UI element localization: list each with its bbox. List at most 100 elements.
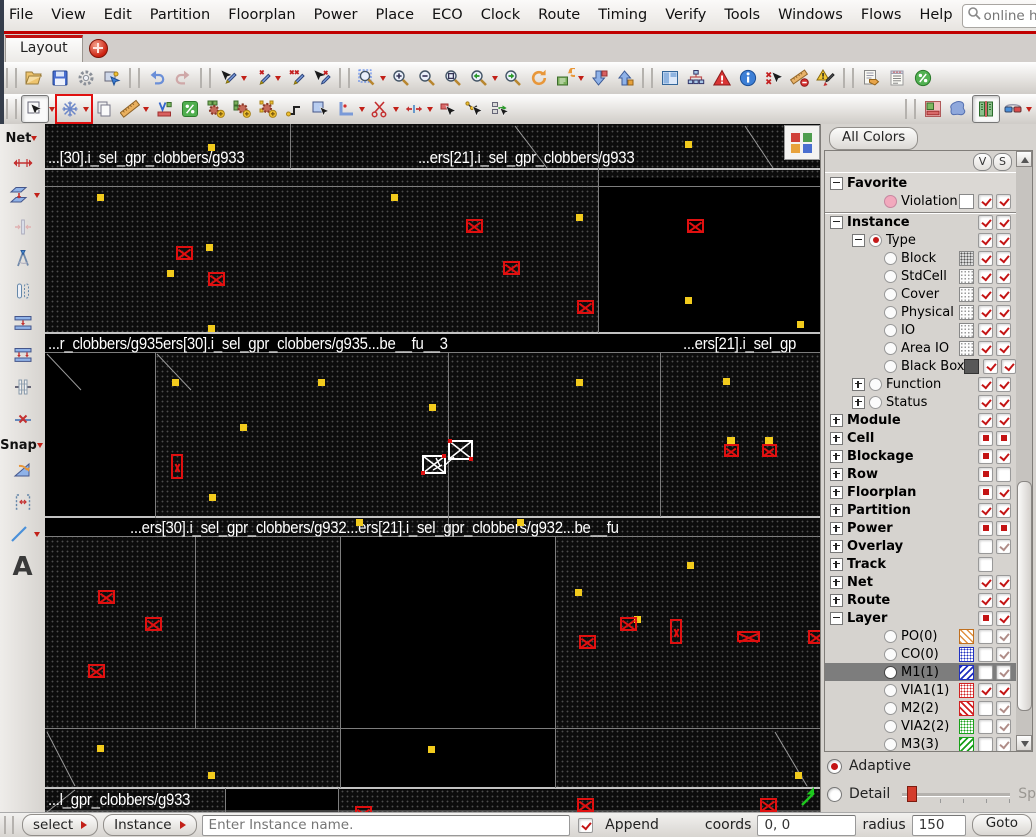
tree-row[interactable]: Black Box (825, 357, 1016, 375)
expander-icon[interactable] (830, 503, 843, 517)
expander-icon[interactable] (830, 215, 843, 229)
dropdown-arrow-icon[interactable] (31, 136, 38, 141)
tree-row[interactable]: Cell (825, 429, 1016, 447)
slider-handle[interactable] (907, 786, 918, 802)
pin-marker[interactable] (429, 404, 436, 411)
pin-marker[interactable] (391, 194, 398, 201)
expander-icon[interactable] (830, 431, 843, 445)
menu-item[interactable]: ECO (423, 0, 472, 31)
coords-input[interactable] (757, 814, 857, 836)
edit-highlight-icon[interactable] (813, 65, 839, 91)
save-design-icon[interactable] (47, 65, 73, 91)
toolbar-grip[interactable] (6, 99, 17, 119)
tree-row[interactable]: Blockage (825, 447, 1016, 465)
expander-icon[interactable] (830, 575, 843, 589)
violation-marker[interactable] (503, 261, 520, 275)
menu-item[interactable]: Power (305, 0, 367, 31)
dropdown-arrow-icon[interactable] (83, 106, 89, 112)
dropdown-arrow-icon[interactable] (36, 443, 43, 448)
visible-checkbox[interactable] (978, 412, 993, 428)
menu-item[interactable]: Route (529, 0, 589, 31)
pin-marker[interactable] (318, 379, 325, 386)
stereo-view-icon[interactable] (1000, 96, 1026, 122)
pin-marker[interactable] (97, 194, 104, 201)
pin-marker[interactable] (240, 424, 247, 431)
color-swatch[interactable] (959, 736, 974, 751)
flip-objects-icon[interactable] (8, 373, 38, 401)
create-ruler-icon[interactable] (117, 96, 143, 122)
violation-marker[interactable] (620, 617, 637, 631)
violation-marker[interactable] (808, 630, 820, 644)
visible-checkbox[interactable] (978, 628, 993, 644)
check-placement-icon[interactable] (151, 96, 177, 122)
selectable-checkbox[interactable] (996, 484, 1011, 500)
visible-checkbox[interactable] (978, 556, 993, 572)
expander-icon[interactable] (852, 395, 865, 409)
violation-marker[interactable] (670, 619, 682, 644)
dropdown-arrow-icon[interactable] (33, 192, 40, 198)
menu-item[interactable]: Flows (852, 0, 911, 31)
pin-marker[interactable] (797, 321, 804, 328)
object-info-icon[interactable] (735, 65, 761, 91)
violation-marker[interactable] (762, 437, 777, 457)
pin-marker[interactable] (208, 772, 215, 779)
visible-checkbox[interactable] (978, 736, 993, 751)
menu-item[interactable]: Partition (141, 0, 219, 31)
zoom-fit-icon[interactable] (440, 65, 466, 91)
radio-bullet-icon[interactable] (884, 737, 897, 751)
pin-pair-icon[interactable] (8, 277, 38, 305)
expander-icon[interactable] (830, 539, 843, 553)
violation-marker[interactable] (737, 631, 760, 643)
tree-row[interactable]: Overlay (825, 537, 1016, 555)
pin-marker[interactable] (685, 297, 692, 304)
selectable-checkbox[interactable] (996, 646, 1011, 662)
selectable-checkbox[interactable] (996, 628, 1011, 644)
color-swatch[interactable] (959, 340, 974, 356)
open-design-icon[interactable] (21, 65, 47, 91)
dropdown-arrow-icon[interactable] (241, 75, 247, 81)
expander-icon[interactable] (830, 449, 843, 463)
density-map-icon[interactable] (177, 96, 203, 122)
toolbar-grip[interactable] (905, 99, 916, 119)
zoom-in-icon[interactable] (388, 65, 414, 91)
expander-icon[interactable] (852, 233, 865, 247)
pin-marker[interactable] (172, 379, 179, 386)
add-power-domain-icon[interactable] (229, 96, 255, 122)
violation-marker[interactable] (176, 246, 193, 260)
color-legend-widget[interactable] (784, 125, 820, 160)
tree-row[interactable]: Status (825, 393, 1016, 411)
slider-track[interactable] (902, 793, 1011, 796)
selectable-checkbox[interactable] (996, 538, 1011, 554)
delete-net-icon[interactable] (8, 405, 38, 433)
tab-layout[interactable]: Layout (5, 35, 83, 62)
abstract-view-icon[interactable] (972, 95, 1000, 123)
selectable-checkbox[interactable] (996, 466, 1011, 482)
undo-icon[interactable] (144, 65, 170, 91)
dropdown-arrow-icon[interactable] (1026, 106, 1032, 112)
selectable-checkbox[interactable] (1001, 358, 1016, 374)
dropdown-arrow-icon[interactable] (143, 106, 149, 112)
visible-checkbox[interactable] (978, 232, 993, 248)
visible-checkbox[interactable] (978, 484, 993, 500)
zoom-select-icon[interactable] (354, 65, 380, 91)
snap-rotate-icon[interactable] (8, 456, 38, 484)
density-report-icon[interactable] (910, 65, 936, 91)
align-horizontal-icon[interactable] (8, 309, 38, 337)
selectable-checkbox[interactable] (996, 430, 1011, 446)
pin-marker[interactable] (208, 325, 215, 332)
visible-checkbox[interactable] (978, 610, 993, 626)
commit-partition-icon[interactable] (612, 65, 638, 91)
visible-checkbox[interactable] (978, 592, 993, 608)
radio-bullet-icon[interactable] (884, 251, 897, 265)
tree-row[interactable]: M2(2) (825, 699, 1016, 717)
tree-row[interactable]: Physical (825, 303, 1016, 321)
tree-row[interactable]: Row (825, 465, 1016, 483)
menu-item[interactable]: Floorplan (219, 0, 304, 31)
module-view-icon[interactable] (946, 96, 972, 122)
selectable-checkbox[interactable] (996, 574, 1011, 590)
pin-marker[interactable] (723, 378, 730, 385)
visible-checkbox[interactable] (978, 538, 993, 554)
tree-row[interactable]: Partition (825, 501, 1016, 519)
tree-row[interactable]: Track (825, 555, 1016, 573)
selectable-checkbox[interactable] (996, 448, 1011, 464)
